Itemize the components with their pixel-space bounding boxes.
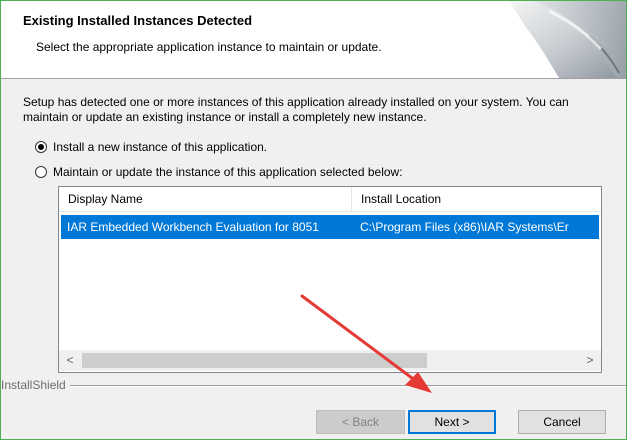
setup-dialog: Existing Installed Instances Detected Se… [0, 0, 627, 440]
cell-display-name: IAR Embedded Workbench Evaluation for 80… [67, 220, 319, 234]
list-item[interactable]: IAR Embedded Workbench Evaluation for 80… [61, 215, 599, 239]
radio-unselected-icon[interactable] [35, 166, 47, 178]
column-header-install-location[interactable]: Install Location [352, 187, 601, 211]
radio-selected-icon[interactable] [35, 141, 47, 153]
option-install-new-label[interactable]: Install a new instance of this applicati… [53, 140, 267, 154]
scroll-right-icon[interactable]: > [579, 350, 601, 371]
page-title: Existing Installed Instances Detected [23, 13, 253, 28]
back-button[interactable]: < Back [316, 410, 405, 434]
cell-install-location: C:\Program Files (x86)\IAR Systems\Er [360, 220, 569, 234]
scroll-thumb[interactable] [82, 353, 427, 368]
option-maintain-existing[interactable]: Maintain or update the instance of this … [35, 164, 403, 180]
detection-description: Setup has detected one or more instances… [23, 95, 569, 124]
installshield-brand: InstallShield [1, 378, 70, 392]
footer-divider [1, 385, 626, 387]
cancel-button[interactable]: Cancel [518, 410, 606, 434]
horizontal-scrollbar[interactable]: < > [59, 350, 601, 371]
option-maintain-existing-label[interactable]: Maintain or update the instance of this … [53, 165, 403, 179]
dialog-header: Existing Installed Instances Detected Se… [1, 1, 626, 79]
header-decoration-icon [509, 1, 626, 78]
column-header-display-name[interactable]: Display Name [59, 187, 352, 211]
list-header: Display Name Install Location [59, 187, 601, 212]
scroll-left-icon[interactable]: < [59, 350, 81, 371]
option-install-new[interactable]: Install a new instance of this applicati… [35, 139, 267, 155]
next-button[interactable]: Next > [408, 410, 496, 434]
instances-list[interactable]: Display Name Install Location IAR Embedd… [58, 186, 602, 373]
page-subtitle: Select the appropriate application insta… [36, 40, 382, 54]
